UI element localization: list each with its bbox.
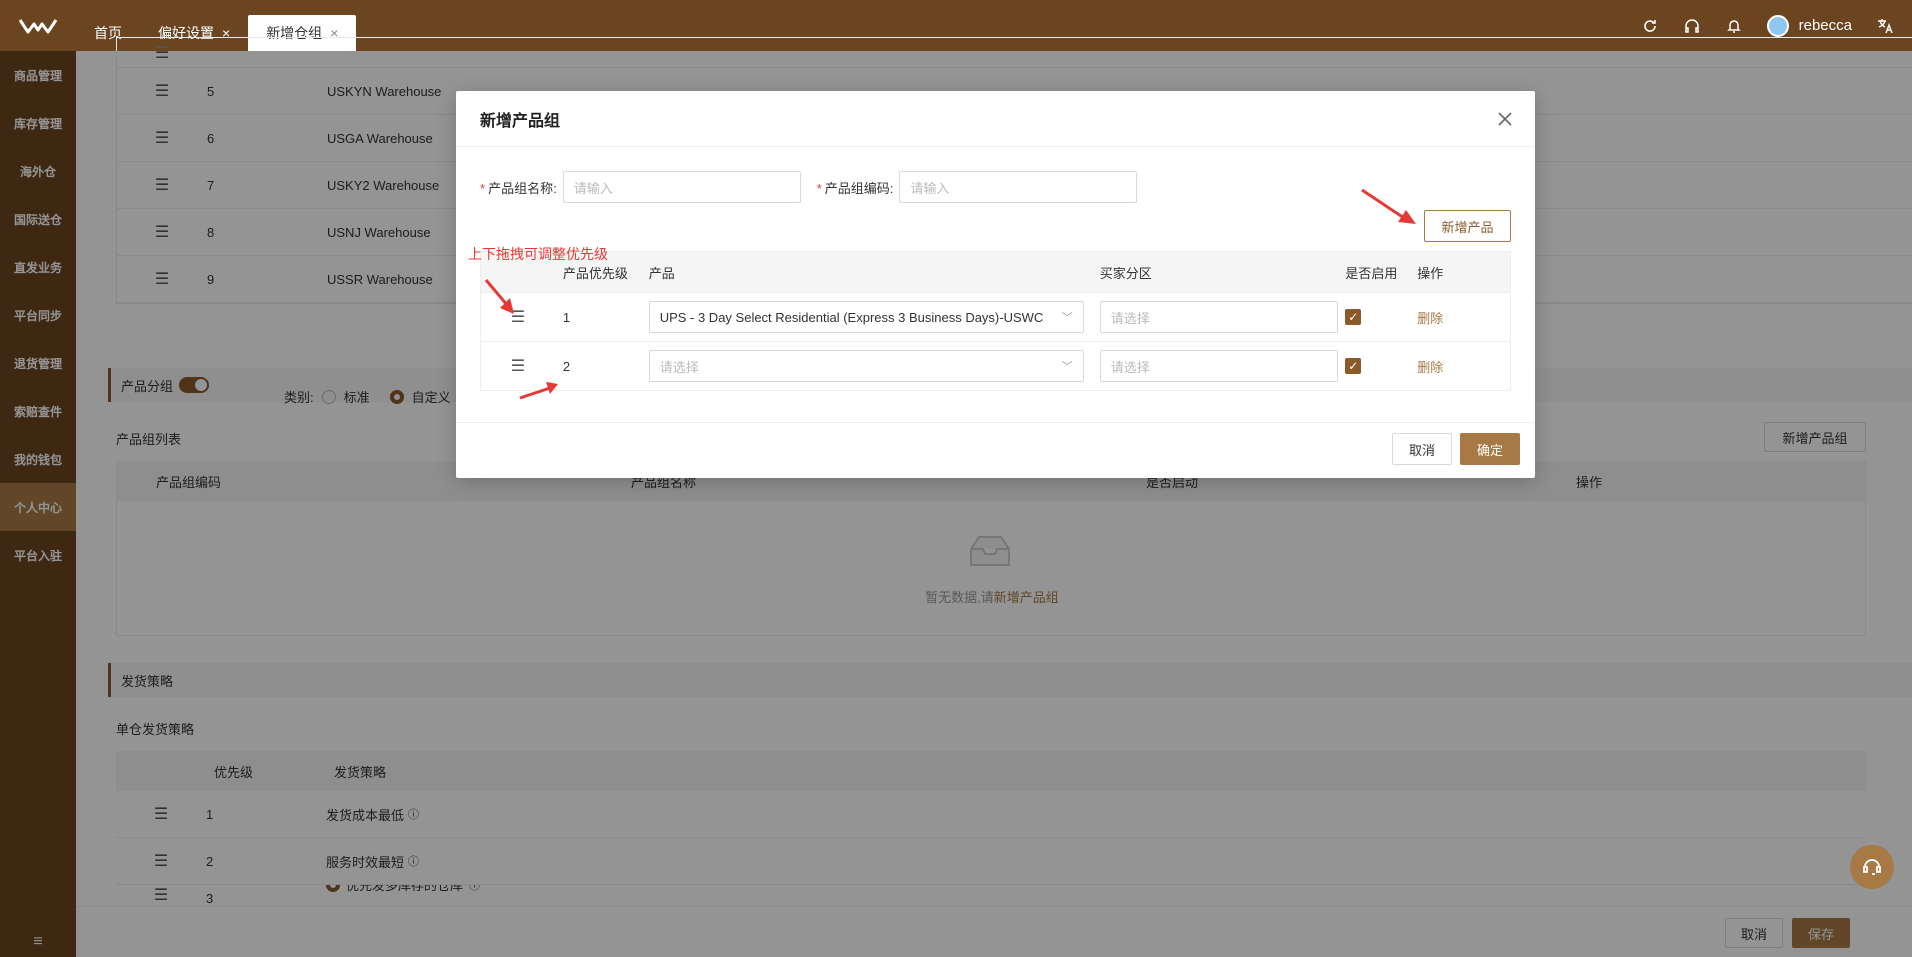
select-placeholder: 请选择	[659, 359, 699, 375]
product-table: 产品优先级 产品 买家分区 是否启用 操作 ☰ 1 UPS - 3 Day Se…	[480, 251, 1511, 391]
buyer-zone-select[interactable]: 请选择	[1099, 301, 1338, 333]
username: rebecca	[1798, 17, 1852, 34]
add-product-group-modal: 新增产品组 * 产品组名称: 请输入 * 产品组编码: 请输入 新增产品 产品优先级…	[456, 91, 1535, 478]
delete-link[interactable]: 删除	[1411, 308, 1510, 327]
arrow-icon	[484, 279, 514, 314]
drag-hint-annotation: 上下拖拽可调整优先级	[468, 246, 608, 262]
user-menu[interactable]: rebecca	[1766, 14, 1852, 37]
code-label: * 产品组编码:	[816, 180, 894, 196]
column-header: 买家分区	[1099, 265, 1152, 281]
logo-icon[interactable]	[0, 0, 76, 51]
modal-footer: 取消 确定	[456, 422, 1535, 478]
confirm-button[interactable]: 确定	[1460, 433, 1520, 465]
enabled-checkbox[interactable]: ✓	[1345, 309, 1362, 325]
group-name-input[interactable]: 请输入	[562, 171, 801, 203]
column-header: 操作	[1417, 265, 1444, 281]
refresh-icon[interactable]	[1641, 17, 1659, 35]
drag-handle-icon[interactable]: ☰	[481, 356, 555, 376]
label-text: 产品组编码:	[824, 180, 894, 196]
table-row: ☰ 1 UPS - 3 Day Select Residential (Expr…	[481, 292, 1510, 341]
chevron-down-icon: ﹀	[1061, 361, 1073, 373]
name-label: * 产品组名称:	[480, 180, 557, 196]
table-row: ☰ 2 请选择 ﹀ 请选择 ✓ 删除	[481, 341, 1510, 390]
translate-icon[interactable]	[1876, 17, 1894, 35]
arrow-icon	[1361, 188, 1416, 224]
chevron-down-icon: ﹀	[1061, 312, 1073, 324]
column-header: 产品优先级	[562, 265, 628, 281]
arrow-icon	[519, 382, 558, 400]
product-table-header: 产品优先级 产品 买家分区 是否启用 操作	[481, 252, 1510, 292]
column-header: 产品	[648, 265, 675, 281]
selected-product: UPS - 3 Day Select Residential (Express …	[659, 309, 1044, 325]
enabled-checkbox[interactable]: ✓	[1345, 358, 1362, 374]
headset-icon[interactable]	[1683, 17, 1701, 35]
priority-value: 2	[562, 358, 571, 374]
product-select[interactable]: 请选择 ﹀	[648, 350, 1084, 382]
buyer-zone-select[interactable]: 请选择	[1099, 350, 1338, 382]
product-select[interactable]: UPS - 3 Day Select Residential (Express …	[648, 301, 1084, 333]
column-header: 是否启用	[1345, 265, 1398, 281]
priority-value: 1	[562, 309, 571, 325]
add-product-button[interactable]: 新增产品	[1424, 210, 1511, 242]
bell-icon[interactable]	[1725, 17, 1743, 35]
avatar	[1766, 14, 1789, 37]
modal-title: 新增产品组	[480, 112, 561, 130]
delete-link[interactable]: 删除	[1411, 357, 1510, 376]
group-code-input[interactable]: 请输入	[899, 171, 1138, 203]
customer-service-button[interactable]	[1850, 845, 1894, 889]
close-icon[interactable]	[1497, 107, 1513, 133]
modal-header: 新增产品组	[456, 91, 1535, 147]
cancel-button[interactable]: 取消	[1392, 433, 1452, 465]
form-row: * 产品组名称: 请输入 * 产品组编码: 请输入	[480, 171, 1138, 203]
label-text: 产品组名称:	[488, 180, 557, 196]
